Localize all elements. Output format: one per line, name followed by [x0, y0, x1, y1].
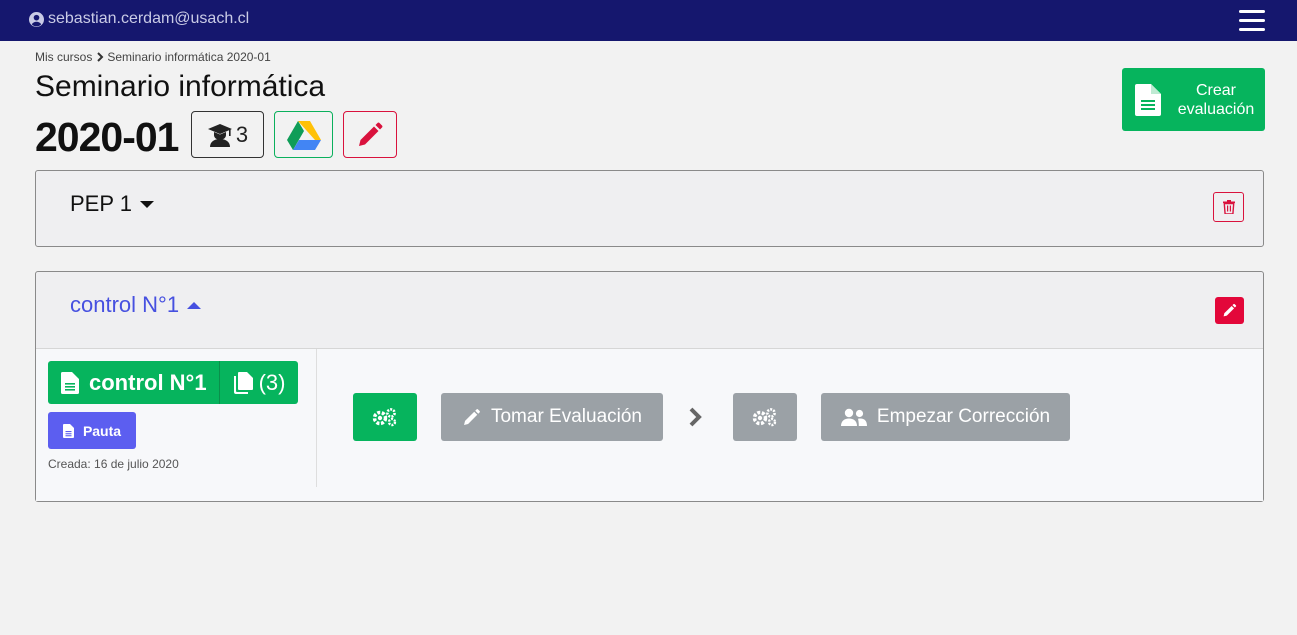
- document-icon: [61, 371, 79, 394]
- pencil-icon: [359, 122, 383, 146]
- copy-icon: [233, 371, 253, 394]
- top-navbar: sebastian.cerdam@usach.cl: [0, 0, 1297, 41]
- edit-section-button[interactable]: [1215, 297, 1244, 324]
- pauta-button[interactable]: Pauta: [48, 412, 136, 449]
- create-label-line-1: Crear: [1195, 81, 1236, 99]
- pencil-icon: [464, 408, 480, 425]
- page-title: Seminario informática: [35, 70, 326, 103]
- pauta-label: Pauta: [82, 422, 122, 439]
- hamburger-menu-icon[interactable]: [1239, 10, 1265, 31]
- course-period: 2020-01: [35, 114, 179, 160]
- users-icon: [840, 408, 867, 426]
- gears-icon: [372, 408, 397, 427]
- graduate-student-icon: [207, 123, 232, 147]
- evaluation-button-group: control N°1 (3): [48, 361, 299, 404]
- section-card-pep1: PEP 1: [35, 170, 1264, 247]
- section-toggle-control1[interactable]: control N°1: [70, 292, 202, 318]
- google-drive-icon: [286, 120, 321, 150]
- section-title: PEP 1: [70, 191, 132, 216]
- create-evaluation-label: Crear evaluación: [1171, 81, 1261, 119]
- user-circle-icon: [29, 11, 44, 27]
- evaluation-button[interactable]: control N°1: [48, 361, 220, 404]
- breadcrumb-mis-cursos[interactable]: Mis cursos: [35, 50, 92, 64]
- breadcrumb-current: Seminario informática 2020-01: [107, 50, 271, 64]
- trash-icon: [1222, 200, 1235, 214]
- user-info[interactable]: sebastian.cerdam@usach.cl: [29, 10, 249, 28]
- caret-up-icon: [187, 301, 202, 309]
- caret-down-icon: [139, 200, 154, 208]
- start-correction-button[interactable]: Empezar Corrección: [821, 393, 1070, 441]
- section-toggle-pep1[interactable]: PEP 1: [70, 191, 154, 217]
- delete-section-button[interactable]: [1213, 192, 1244, 222]
- create-evaluation-button[interactable]: Crear evaluación: [1122, 68, 1265, 131]
- copies-button[interactable]: (3): [219, 361, 299, 404]
- pencil-icon: [1223, 303, 1237, 317]
- configure-evaluation-button[interactable]: [353, 393, 417, 441]
- chevron-right-icon: [689, 407, 702, 427]
- document-icon: [1135, 83, 1161, 116]
- breadcrumb: Mis cursos Seminario informática 2020-01: [35, 50, 271, 64]
- take-evaluation-button[interactable]: Tomar Evaluación: [441, 393, 663, 441]
- chevron-right-icon: [97, 52, 104, 62]
- edit-course-button[interactable]: [343, 111, 397, 158]
- section-header: control N°1: [36, 272, 1263, 348]
- take-evaluation-label: Tomar Evaluación: [490, 406, 643, 427]
- user-email: sebastian.cerdam@usach.cl: [48, 10, 250, 27]
- section-title: control N°1: [70, 292, 180, 317]
- section-card-control1: control N°1 control N°1 (3) Pauta Creada…: [35, 271, 1264, 502]
- google-drive-button[interactable]: [274, 111, 333, 158]
- document-icon: [62, 423, 74, 438]
- start-correction-label: Empezar Corrección: [876, 406, 1051, 427]
- vertical-divider: [316, 349, 317, 487]
- evaluation-name: control N°1: [89, 369, 207, 395]
- section-body: control N°1 (3) Pauta Creada: 16 de juli…: [36, 348, 1263, 501]
- students-count: 3: [235, 121, 249, 147]
- copies-count: (3): [258, 369, 286, 395]
- gears-icon: [752, 408, 777, 427]
- students-button[interactable]: 3: [191, 111, 264, 158]
- create-label-line-2: evaluación: [1177, 100, 1255, 118]
- configure-correction-button[interactable]: [733, 393, 797, 441]
- created-date: Creada: 16 de julio 2020: [48, 457, 179, 471]
